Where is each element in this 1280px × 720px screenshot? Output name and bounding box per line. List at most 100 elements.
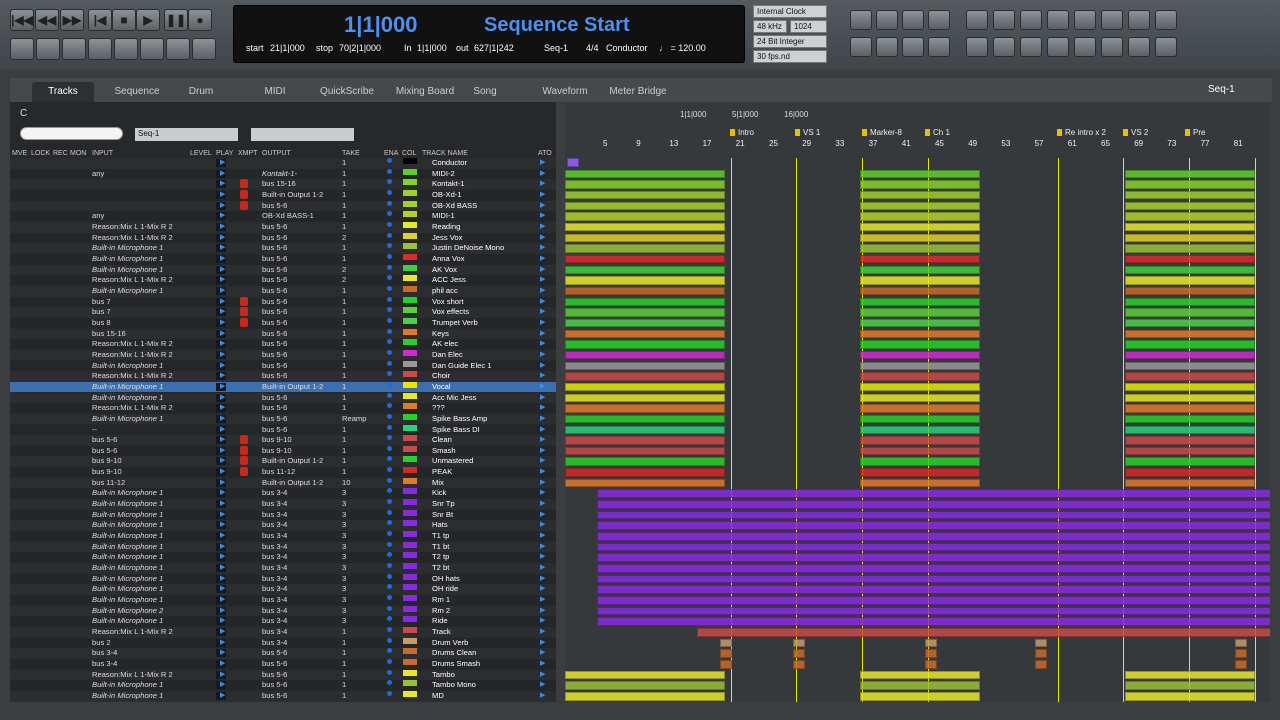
track-input[interactable]: Built-in Microphone 1	[92, 531, 163, 540]
start-value[interactable]: 21|1|000	[270, 43, 305, 53]
clip[interactable]	[860, 372, 980, 381]
automation-play-icon[interactable]: ▶	[540, 456, 545, 464]
automation-play-icon[interactable]: ▶	[540, 233, 545, 241]
clip[interactable]	[1035, 660, 1047, 669]
track-take[interactable]: Reamp	[342, 414, 366, 423]
track-name[interactable]: Track	[432, 627, 451, 636]
clip[interactable]	[597, 500, 1270, 509]
clip[interactable]	[1125, 169, 1255, 179]
clip[interactable]	[1125, 222, 1255, 232]
track-take[interactable]: 1	[342, 211, 346, 220]
track-input[interactable]: Built-in Microphone 1	[92, 680, 163, 689]
clip[interactable]	[597, 553, 1270, 562]
track-take[interactable]: 3	[342, 499, 346, 508]
track-name[interactable]: Smash	[432, 446, 456, 455]
automation-play-icon[interactable]: ▶	[540, 201, 545, 209]
play-icon[interactable]: ▶	[220, 190, 225, 198]
track-name[interactable]: Reading	[432, 222, 460, 231]
track-name[interactable]: Tambo Mono	[432, 680, 476, 689]
automation-play-icon[interactable]: ▶	[540, 659, 545, 667]
clip[interactable]	[860, 692, 980, 701]
automation-play-icon[interactable]: ▶	[540, 531, 545, 539]
clip[interactable]	[860, 233, 980, 243]
tab-quickscribe[interactable]: QuickScribe	[310, 82, 384, 102]
track-input[interactable]: bus 5-6	[92, 446, 117, 455]
track-name[interactable]: Tambo	[432, 670, 455, 679]
table-row[interactable]: Reason:Mix L 1-Mix R 2 bus 5-6 1 Reading ▶ ▶	[10, 221, 556, 233]
track-output[interactable]: bus 11-12	[262, 467, 295, 476]
track-output[interactable]: OB-Xd BASS-1	[262, 211, 314, 220]
track-input[interactable]: bus 7	[92, 297, 111, 306]
play-icon[interactable]: ▶	[220, 425, 225, 433]
track-name[interactable]: T1 bt	[432, 542, 449, 551]
table-row[interactable]: Built-in Microphone 1 bus 3-4 3 OH hats ▶ ▶	[10, 573, 556, 585]
enable-icon[interactable]	[387, 189, 392, 195]
track-name[interactable]: Hats	[432, 520, 448, 529]
track-take[interactable]: 1	[342, 158, 346, 167]
enable-icon[interactable]	[387, 349, 392, 355]
enable-icon[interactable]	[387, 253, 392, 259]
track-output[interactable]: bus 5-6	[262, 393, 287, 402]
track-name[interactable]: Dan Elec	[432, 350, 463, 359]
play-icon[interactable]: ▶	[220, 638, 225, 646]
track-output[interactable]: Built-in Output 1-2	[262, 478, 323, 487]
enable-icon[interactable]	[387, 669, 392, 675]
play-icon[interactable]: ▶	[220, 435, 225, 443]
enable-icon[interactable]	[387, 477, 392, 483]
frame-rate-select[interactable]: 30 fps.nd	[753, 50, 827, 63]
track-take[interactable]: 1	[342, 222, 346, 231]
track-input[interactable]: bus 15-16	[92, 329, 126, 338]
play-icon[interactable]: ▶	[220, 542, 225, 550]
enable-icon[interactable]	[387, 221, 392, 227]
marker-label[interactable]: VS 2	[1123, 128, 1148, 137]
track-name[interactable]: Vox short	[432, 297, 464, 306]
tool-button-3[interactable]	[88, 38, 112, 60]
clip[interactable]	[1235, 649, 1247, 658]
track-name[interactable]: AK elec	[432, 339, 458, 348]
track-input[interactable]: bus 3-4	[92, 648, 117, 657]
sequence-filter-select[interactable]: Seq-1	[135, 128, 238, 141]
table-row[interactable]: Built-in Output 1-2 1 OB-Xd-1 ▶ ▶	[10, 189, 556, 201]
track-input[interactable]: bus 5-6	[92, 435, 117, 444]
clip[interactable]	[860, 244, 980, 253]
track-input[interactable]: Reason:Mix L 1-Mix R 2	[92, 403, 173, 412]
track-take[interactable]: 1	[342, 318, 346, 327]
track-input[interactable]: Built-in Microphone 1	[92, 488, 163, 497]
track-take[interactable]: 1	[342, 371, 346, 380]
clip[interactable]	[860, 276, 980, 285]
clip[interactable]	[1235, 638, 1247, 648]
track-take[interactable]: 1	[342, 659, 346, 668]
automation-play-icon[interactable]: ▶	[540, 627, 545, 635]
track-name[interactable]: Choir	[432, 371, 450, 380]
toolbar-icon-1-0[interactable]	[850, 37, 872, 57]
track-name[interactable]: Clean	[432, 435, 452, 444]
track-output[interactable]: bus 5-6	[262, 329, 287, 338]
table-row[interactable]: Built-in Microphone 1 bus 3-4 3 OH ride ▶ ▶	[10, 584, 556, 595]
transport-button-4[interactable]: ■	[112, 9, 136, 31]
marker-label[interactable]: Intro	[730, 128, 754, 137]
clip[interactable]	[597, 617, 1270, 626]
track-name[interactable]: Vox effects	[432, 307, 469, 316]
track-take[interactable]: 1	[342, 648, 346, 657]
seq-menu-button[interactable]: Seq-1	[1208, 84, 1235, 95]
track-take[interactable]: 1	[342, 201, 346, 210]
toolbar-icon-0-0[interactable]	[850, 10, 872, 30]
clip[interactable]	[565, 393, 725, 403]
clip[interactable]	[597, 574, 1270, 584]
clip[interactable]	[1125, 190, 1255, 200]
play-icon[interactable]: ▶	[220, 179, 225, 187]
clip[interactable]	[925, 660, 937, 669]
track-input[interactable]: Built-in Microphone 1	[92, 574, 163, 583]
transport-button-5[interactable]: ▶	[136, 9, 160, 31]
track-output[interactable]: bus 5-6	[262, 670, 287, 679]
track-output[interactable]: bus 5-6	[262, 648, 287, 657]
track-name[interactable]: Vocal	[432, 382, 451, 391]
track-output[interactable]: bus 5-6	[262, 339, 287, 348]
play-icon[interactable]: ▶	[220, 691, 225, 699]
track-output[interactable]: bus 3-4	[262, 542, 287, 551]
track-input[interactable]: Built-in Microphone 1	[92, 520, 163, 529]
table-row[interactable]: bus 8 bus 5-6 1 Trumpet Verb ▶ ▶	[10, 317, 556, 329]
play-icon[interactable]: ▶	[220, 275, 225, 283]
play-icon[interactable]: ▶	[220, 563, 225, 571]
xmpt-icon[interactable]	[240, 445, 248, 455]
